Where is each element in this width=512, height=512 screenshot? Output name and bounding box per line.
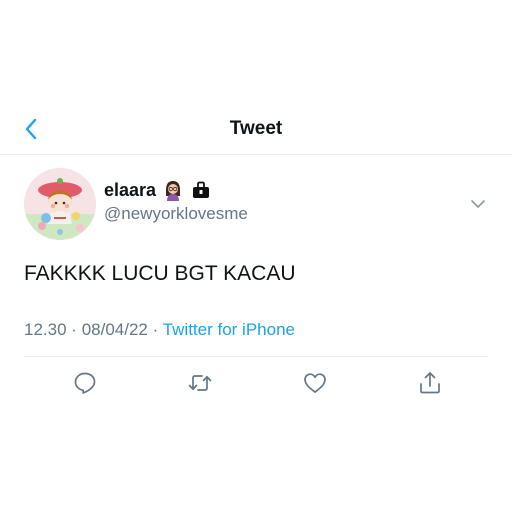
page-title: Tweet [229, 118, 283, 139]
retweet-button[interactable] [187, 370, 213, 396]
avatar[interactable] [24, 168, 96, 240]
woman-with-glasses-emoji [166, 181, 181, 201]
more-options-button[interactable] [468, 194, 488, 214]
share-button[interactable] [417, 370, 443, 396]
locked-briefcase-emoji [193, 181, 210, 198]
like-button[interactable] [302, 370, 328, 396]
tweet-metadata: 12.30 · 08/04/22 · Twitter for iPhone [24, 320, 295, 340]
reply-icon [74, 372, 96, 394]
display-name: elaara [104, 179, 157, 200]
like-icon [304, 373, 326, 393]
tweet-actions [0, 370, 512, 400]
retweet-icon [188, 375, 212, 391]
navigation-bar: Tweet [0, 104, 512, 154]
header-divider [0, 154, 512, 155]
tweet-source-link[interactable]: Twitter for iPhone [163, 320, 295, 339]
reply-button[interactable] [72, 370, 98, 396]
tweet-time: 12.30 [24, 320, 67, 339]
tweet-date: 08/04/22 [81, 320, 148, 339]
display-name-row: elaara [104, 178, 248, 202]
share-icon [420, 372, 440, 394]
user-handle: @newyorklovesme [104, 204, 248, 223]
tweet-detail-screen: Tweet elaara @newyorklovesme FAKKKK LUCU… [0, 0, 512, 512]
actions-divider [24, 356, 488, 357]
user-info[interactable]: elaara @newyorklovesme [104, 178, 248, 224]
meta-separator: · [152, 320, 159, 339]
chevron-down-icon [471, 200, 485, 208]
strawberry-shortcake-avatar-icon [24, 168, 96, 240]
tweet-text: FAKKKK LUCU BGT KACAU [24, 262, 296, 285]
meta-separator: · [71, 320, 77, 339]
